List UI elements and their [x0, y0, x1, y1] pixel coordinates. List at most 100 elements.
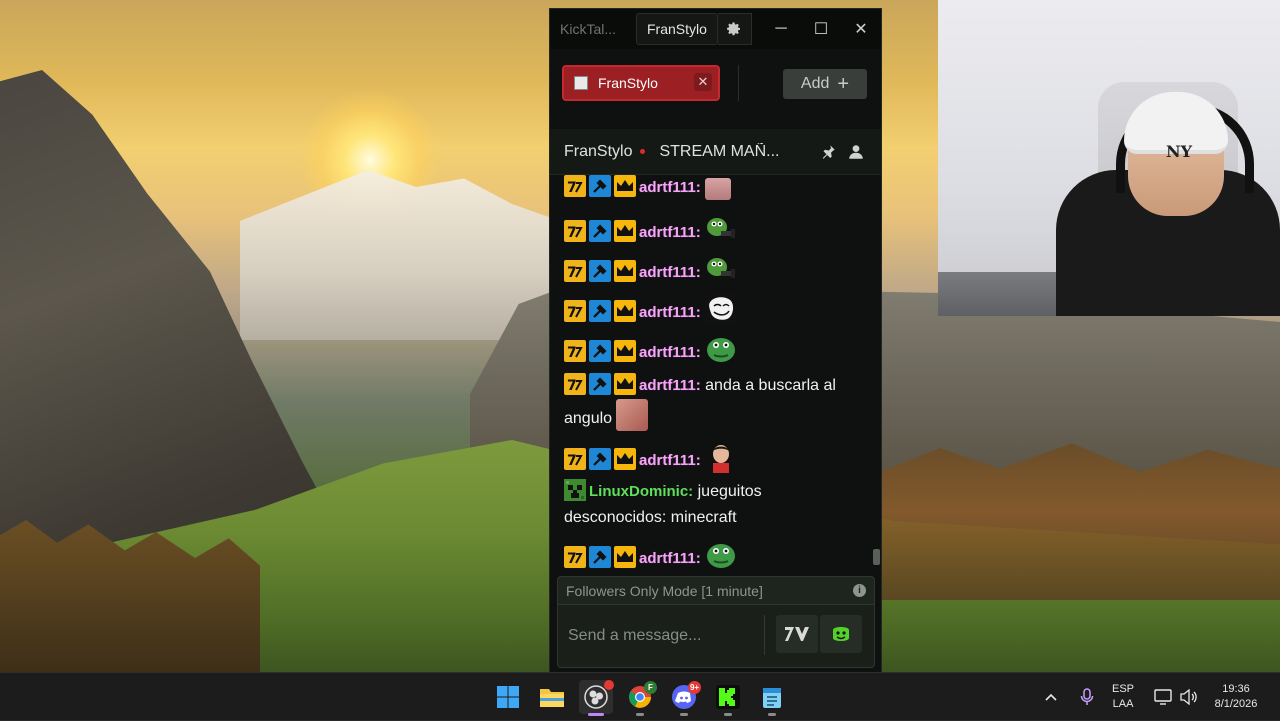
kick-emotes-button[interactable] — [820, 615, 862, 653]
tabs-divider — [738, 65, 739, 101]
svg-text:7: 7 — [567, 180, 577, 196]
close-button[interactable]: ✕ — [841, 9, 881, 49]
close-tab-button[interactable]: ✕ — [694, 73, 712, 91]
moderator-badge-icon — [589, 340, 611, 362]
emote-pepe — [704, 539, 737, 571]
user-icon[interactable] — [847, 143, 865, 161]
info-icon[interactable]: i — [853, 584, 866, 597]
username[interactable]: adrtf111: — [639, 377, 701, 394]
taskbar-chrome[interactable]: F — [623, 680, 657, 716]
chat-message: 7 adrtf111: anda a buscarla al angulo — [564, 373, 864, 432]
taskbar-file-explorer[interactable] — [535, 680, 569, 714]
chat-message: 7 adrtf111: — [564, 441, 864, 474]
og-badge-icon: 7 — [564, 175, 586, 197]
scrollbar-thumb[interactable] — [873, 549, 880, 565]
crown-badge-icon — [614, 546, 636, 568]
start-button[interactable] — [491, 680, 525, 714]
svg-text:7: 7 — [567, 551, 577, 567]
microphone-icon — [1080, 688, 1094, 705]
crown-badge-icon — [614, 373, 636, 395]
running-indicator — [636, 713, 644, 716]
taskbar-discord[interactable]: 9+ — [667, 680, 701, 716]
svg-text:7: 7 — [567, 305, 577, 321]
svg-text:7: 7 — [567, 225, 577, 241]
crown-badge-icon — [614, 340, 636, 362]
file-explorer-icon — [540, 689, 564, 707]
emote-gray — [704, 178, 731, 200]
crown-badge-icon — [614, 448, 636, 470]
stream-title: STREAM MAÑ... — [659, 142, 780, 160]
username[interactable]: adrtf111: — [639, 179, 701, 196]
message-input[interactable] — [566, 615, 760, 657]
taskbar-obs[interactable] — [579, 680, 614, 716]
network-icon — [1154, 689, 1172, 705]
username[interactable]: adrtf111: — [639, 224, 701, 241]
titlebar-channel-tab[interactable]: FranStylo — [636, 13, 718, 45]
taskbar-kick[interactable] — [711, 680, 745, 716]
windows-taskbar: F 9+ ESP LAA 19:36 8/1/2026 — [0, 672, 1280, 720]
minimize-button[interactable]: ─ — [761, 9, 801, 49]
chat-scrollbar[interactable] — [872, 175, 881, 573]
emote-trollface — [704, 293, 737, 325]
clock-date: 8/1/2026 — [1214, 698, 1258, 710]
moderator-badge-icon — [589, 260, 611, 282]
username[interactable]: adrtf111: — [639, 304, 701, 321]
gear-icon — [727, 22, 741, 36]
settings-button[interactable] — [717, 13, 752, 45]
running-indicator — [724, 713, 732, 716]
broken-image-icon — [574, 76, 588, 90]
7tv-emotes-button[interactable] — [776, 615, 818, 653]
clock-button[interactable]: 19:36 8/1/2026 — [1206, 673, 1266, 721]
chrome-profile-badge: F — [644, 681, 657, 694]
username[interactable]: adrtf111: — [639, 452, 701, 469]
live-indicator-dot — [640, 149, 646, 154]
og-badge-icon: 7 — [564, 546, 586, 568]
kicktalk-window: KickTal... FranStylo ─ ☐ ✕ FranStylo ✕ A… — [549, 8, 882, 673]
quick-settings-button[interactable] — [1154, 673, 1198, 721]
input-divider — [764, 615, 765, 655]
input-language-button[interactable]: ESP LAA — [1112, 673, 1134, 721]
username[interactable]: adrtf111: — [639, 264, 701, 281]
plus-icon: + — [837, 72, 850, 95]
username[interactable]: LinuxDominic: — [589, 483, 693, 500]
title-bar[interactable]: KickTal... FranStylo ─ ☐ ✕ — [550, 9, 881, 49]
windows-start-icon — [497, 686, 519, 708]
moderator-badge-icon — [589, 448, 611, 470]
emote-cat — [616, 399, 649, 431]
chat-message: 7 adrtf111: — [564, 539, 864, 572]
obs-recording-dot — [604, 680, 614, 690]
chat-mode-bar: Followers Only Mode [1 minute] i — [557, 576, 875, 604]
chat-footer: Followers Only Mode [1 minute] i — [550, 573, 881, 673]
running-indicator — [768, 713, 776, 716]
show-hidden-icons-button[interactable] — [1044, 673, 1058, 721]
keyboard-layout: LAA — [1112, 698, 1134, 710]
taskbar-notepad[interactable] — [755, 680, 789, 716]
emote-face — [704, 441, 737, 473]
microphone-tray[interactable] — [1080, 673, 1094, 721]
chat-messages[interactable]: 7 adrtf111: 7 adrtf111: 7 adrtf111: 7 adrtf1… — [550, 175, 872, 573]
emote-pepe-gun — [704, 253, 737, 285]
add-channel-button[interactable]: Add + — [783, 69, 867, 99]
discord-notification-badge: 9+ — [688, 681, 701, 694]
channel-tabs-bar: FranStylo ✕ Add + — [550, 49, 881, 169]
maximize-button[interactable]: ☐ — [801, 9, 841, 49]
kick-icon — [716, 685, 740, 709]
pin-icon[interactable] — [819, 143, 837, 161]
channel-tab-franstylo[interactable]: FranStylo ✕ — [562, 65, 720, 101]
channel-tab-label: FranStylo — [598, 75, 658, 91]
chat-mode-text: Followers Only Mode [1 minute] — [566, 582, 763, 599]
og-badge-icon: 7 — [564, 260, 586, 282]
chat-message: 7 adrtf111: — [564, 213, 864, 246]
channel-name[interactable]: FranStylo — [550, 143, 632, 161]
active-indicator — [588, 713, 604, 716]
notepad-icon — [763, 688, 781, 708]
kick-emote-icon — [833, 627, 849, 641]
username[interactable]: adrtf111: — [639, 550, 701, 567]
og-badge-icon: 7 — [564, 300, 586, 322]
chat-message: 7 adrtf111: — [564, 293, 864, 326]
moderator-badge-icon — [589, 546, 611, 568]
svg-text:7: 7 — [567, 345, 577, 361]
wallpaper-autumn-forest — [880, 443, 1280, 600]
username[interactable]: adrtf111: — [639, 344, 701, 361]
chat-message: 7 adrtf111: — [564, 175, 864, 201]
